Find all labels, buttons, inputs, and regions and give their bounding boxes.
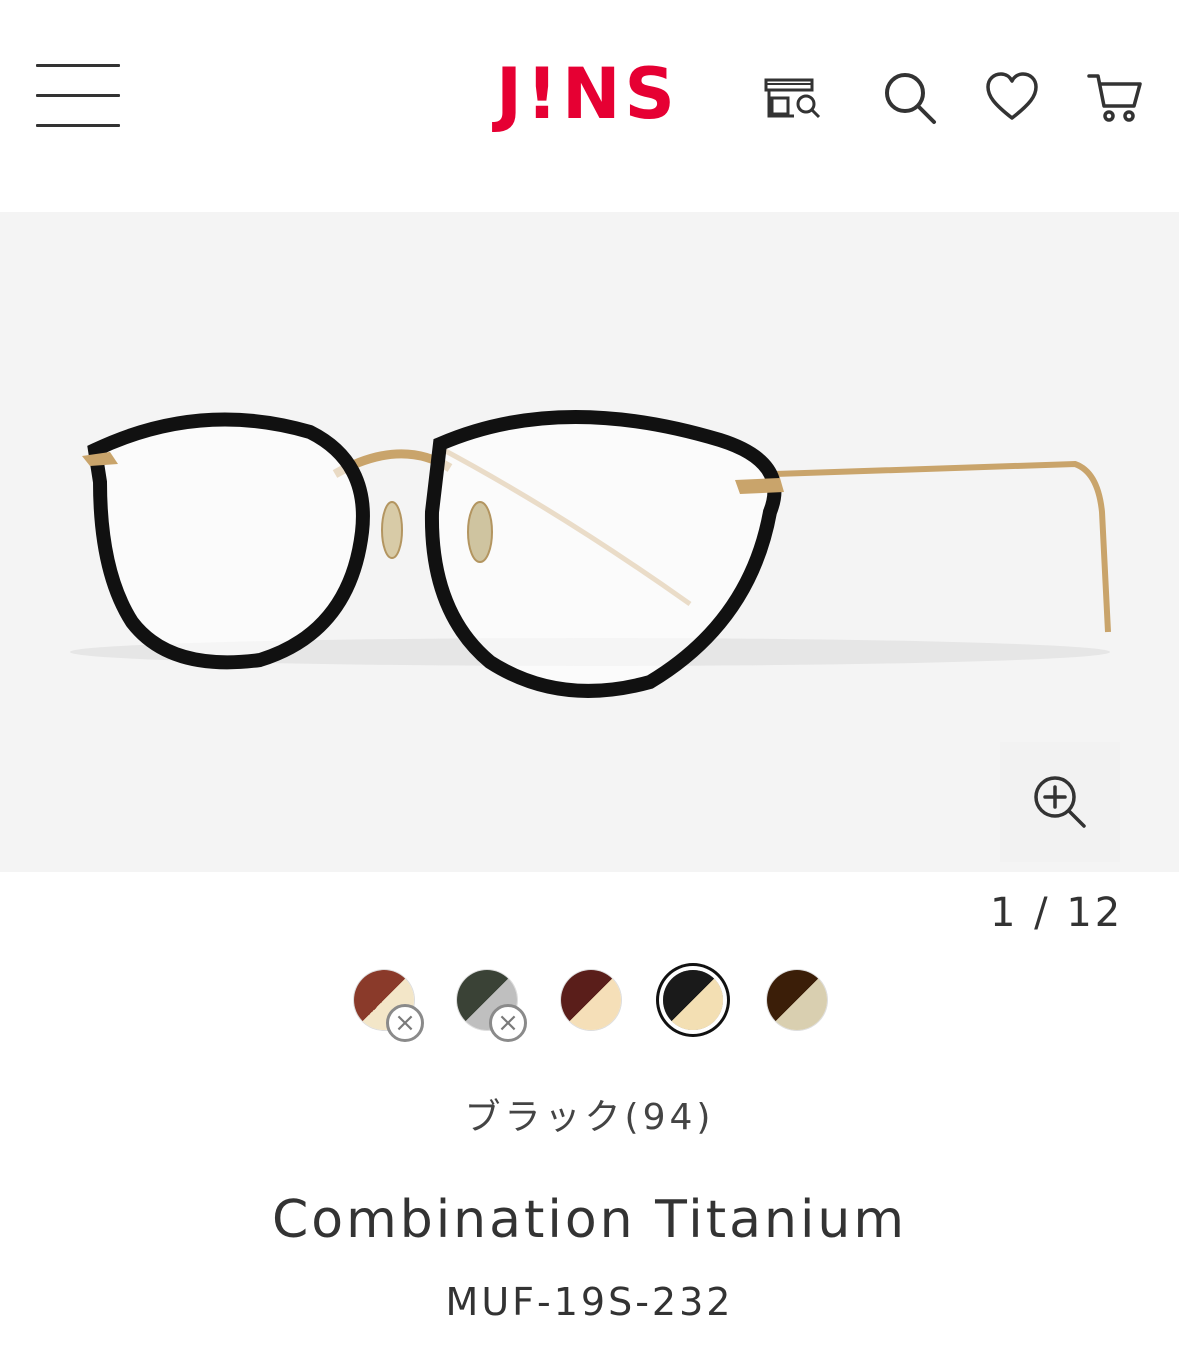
image-pager: 1 / 12 [990, 890, 1124, 936]
color-swatch[interactable] [767, 970, 827, 1030]
product-name: Combination Titanium [271, 1190, 908, 1250]
color-swatch[interactable] [663, 970, 723, 1030]
color-swatches: × × [0, 960, 1179, 1050]
color-swatch[interactable] [561, 970, 621, 1030]
menu-line [36, 64, 120, 67]
menu-line [36, 124, 120, 127]
sold-out-icon: × [489, 1004, 527, 1042]
product-code: MUF-19S-232 [445, 1280, 734, 1324]
cart-icon[interactable] [1086, 68, 1146, 128]
jins-logo[interactable]: J!NS [496, 58, 686, 130]
menu-line [36, 94, 120, 97]
store-search-icon[interactable] [762, 68, 822, 128]
search-icon[interactable] [880, 68, 940, 128]
logo-text: J!NS [496, 53, 679, 135]
zoom-in-icon [1034, 776, 1086, 828]
sold-out-icon: × [386, 1004, 424, 1042]
product-image-gallery[interactable] [0, 212, 1179, 872]
zoom-button[interactable] [1000, 742, 1120, 862]
selected-color-label: ブラック(94) [464, 1097, 715, 1138]
menu-icon[interactable] [36, 64, 120, 128]
site-header: J!NS [0, 0, 1179, 200]
heart-icon[interactable] [982, 68, 1042, 128]
